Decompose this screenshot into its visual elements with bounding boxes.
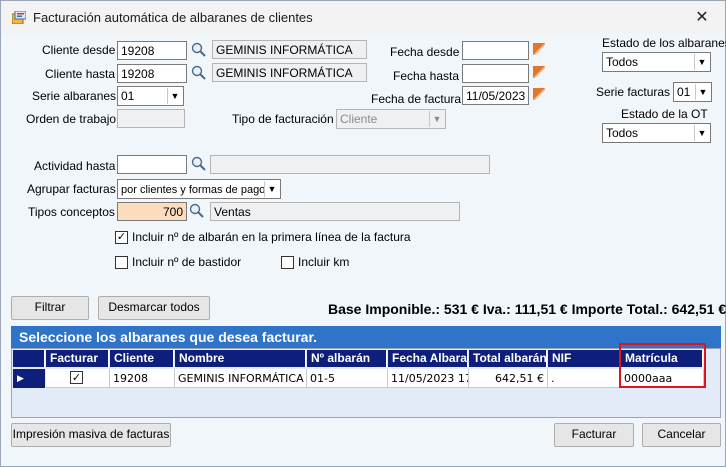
cell-cliente[interactable]: 19208: [110, 369, 175, 388]
cliente-desde-label: Cliente desde: [42, 43, 116, 57]
chevron-down-icon[interactable]: ▼: [694, 54, 709, 70]
chevron-down-icon[interactable]: ▼: [429, 111, 444, 127]
agrupar-facturas-label: Agrupar facturas: [27, 182, 116, 196]
tipos-conceptos-code-input[interactable]: 700: [117, 202, 187, 221]
column-header-albaran[interactable]: Nº albarán: [307, 350, 387, 367]
dialog-window: Facturación automática de albaranes de c…: [0, 0, 726, 467]
actividad-hasta-name-field: [210, 155, 490, 174]
estado-albaranes-value: Todos: [606, 55, 639, 69]
serie-facturas-label: Serie facturas: [596, 85, 671, 99]
serie-facturas-value: 01: [677, 85, 691, 99]
estado-ot-select[interactable]: Todos ▼: [602, 123, 711, 143]
estado-ot-label: Estado de la OT: [621, 107, 708, 121]
cell-fecha[interactable]: 11/05/2023 17: [388, 369, 469, 388]
incluir-km-label: Incluir km: [298, 255, 350, 269]
grid-banner: Seleccione los albaranes que desea factu…: [11, 326, 721, 348]
serie-albaranes-value: 01: [121, 89, 135, 103]
dialog-content: Cliente desde Cliente hasta Serie albara…: [1, 34, 726, 466]
cliente-hasta-label: Cliente hasta: [45, 67, 116, 81]
fecha-factura-input[interactable]: 11/05/2023: [462, 86, 529, 105]
cliente-desde-code-input[interactable]: 19208: [117, 41, 187, 60]
chevron-down-icon[interactable]: ▼: [264, 181, 279, 197]
estado-albaranes-select[interactable]: Todos ▼: [602, 52, 711, 72]
chevron-down-icon[interactable]: ▼: [167, 88, 182, 104]
cliente-desde-name-field: GEMINIS INFORMÁTICA: [212, 40, 367, 59]
fecha-hasta-input[interactable]: [462, 64, 529, 83]
incluir-bastidor-label: Incluir nº de bastidor: [132, 255, 242, 269]
column-header-nif[interactable]: NIF: [548, 350, 620, 367]
actividad-hasta-code-input[interactable]: [117, 155, 187, 174]
column-header-total[interactable]: Total albarán: [469, 350, 547, 367]
desmarcar-todos-button[interactable]: Desmarcar todos: [98, 296, 210, 320]
fecha-desde-label: Fecha desde: [390, 45, 460, 59]
app-icon: [12, 11, 26, 24]
column-header-fecha[interactable]: Fecha Albara: [388, 350, 468, 367]
agrupar-facturas-select[interactable]: por clientes y formas de pago ▼: [117, 179, 281, 199]
orden-trabajo-input[interactable]: [117, 109, 185, 128]
cliente-hasta-code-input[interactable]: 19208: [117, 64, 187, 83]
row-selector[interactable]: ▶: [13, 369, 45, 388]
search-icon[interactable]: [189, 203, 205, 219]
serie-albaranes-select[interactable]: 01 ▼: [117, 86, 184, 106]
tipos-conceptos-name-field: Ventas: [210, 202, 460, 221]
tipos-conceptos-label: Tipos conceptos: [28, 205, 115, 219]
fecha-desde-input[interactable]: [462, 41, 529, 60]
estado-ot-value: Todos: [606, 126, 639, 140]
serie-facturas-select[interactable]: 01 ▼: [673, 82, 712, 102]
column-header-facturar[interactable]: Facturar: [46, 350, 109, 367]
incluir-bastidor-checkbox[interactable]: [115, 256, 128, 269]
title-bar: Facturación automática de albaranes de c…: [1, 1, 725, 34]
facturar-button[interactable]: Facturar: [554, 423, 634, 447]
cell-total[interactable]: 642,51 €: [469, 369, 548, 388]
column-header-nombre[interactable]: Nombre: [175, 350, 306, 367]
cliente-hasta-name-field: GEMINIS INFORMÁTICA: [212, 63, 367, 82]
calendar-icon[interactable]: [532, 65, 546, 79]
close-icon[interactable]: ✕: [679, 1, 725, 34]
estado-albaranes-label: Estado de los albaranes: [602, 36, 726, 50]
incluir-km-checkbox[interactable]: [281, 256, 294, 269]
search-icon[interactable]: [191, 65, 207, 81]
chevron-down-icon[interactable]: ▼: [695, 84, 710, 100]
fecha-hasta-label: Fecha hasta: [393, 69, 460, 83]
cell-albaran[interactable]: 01-5: [307, 369, 388, 388]
cell-nif[interactable]: .: [548, 369, 621, 388]
fecha-factura-label: Fecha de factura: [371, 92, 462, 106]
tipo-facturacion-select[interactable]: Cliente ▼: [336, 109, 446, 129]
window-title: Facturación automática de albaranes de c…: [33, 10, 313, 25]
column-header-cliente[interactable]: Cliente: [110, 350, 174, 367]
cancelar-button[interactable]: Cancelar: [642, 423, 721, 447]
serie-albaranes-label: Serie albaranes: [32, 89, 117, 103]
row-header-corner: [13, 350, 45, 367]
table-row[interactable]: ✓: [46, 369, 110, 388]
incluir-albaran-label: Incluir nº de albarán en la primera líne…: [132, 230, 411, 244]
totals-summary: Base Imponible.: 531 € Iva.: 111,51 € Im…: [328, 301, 726, 317]
tipo-facturacion-label: Tipo de facturación: [232, 112, 334, 126]
facturar-checkbox[interactable]: ✓: [70, 371, 83, 384]
actividad-hasta-label: Actividad hasta: [34, 159, 116, 173]
cell-nombre[interactable]: GEMINIS INFORMÁTICA: [175, 369, 307, 388]
calendar-icon[interactable]: [532, 87, 546, 101]
tipo-facturacion-value: Cliente: [340, 112, 378, 126]
calendar-icon[interactable]: [532, 42, 546, 56]
orden-trabajo-label: Orden de trabajo: [26, 112, 117, 126]
agrupar-facturas-value: por clientes y formas de pago: [121, 184, 266, 196]
incluir-albaran-checkbox[interactable]: ✓: [115, 231, 128, 244]
search-icon[interactable]: [191, 42, 207, 58]
filtrar-button[interactable]: Filtrar: [11, 296, 89, 320]
albaranes-grid: Facturar Cliente Nombre Nº albarán Fecha…: [11, 348, 721, 418]
chevron-down-icon[interactable]: ▼: [694, 125, 709, 141]
search-icon[interactable]: [191, 156, 207, 172]
impresion-masiva-button[interactable]: Impresión masiva de facturas: [11, 423, 171, 447]
matricula-highlight-box: [619, 343, 706, 388]
